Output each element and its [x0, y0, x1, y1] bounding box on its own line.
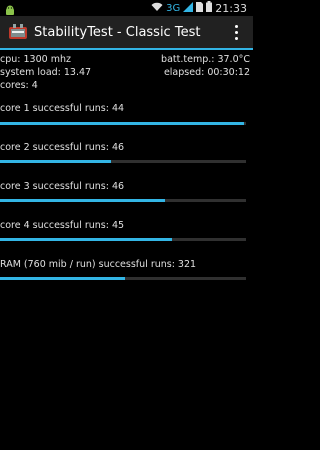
clock: 21:33 [215, 1, 247, 15]
signal-icon [183, 1, 194, 15]
ram-progress [0, 277, 246, 280]
wifi-icon [151, 2, 163, 15]
app-icon[interactable] [8, 23, 28, 41]
core-4-progress [0, 238, 246, 241]
core-2-progress [0, 160, 246, 163]
core-3-progress [0, 199, 246, 202]
core-1-progress [0, 122, 246, 125]
app-title: StabilityTest - Classic Test [34, 25, 201, 40]
core-2-label: core 2 successful runs: 46 [0, 142, 125, 153]
core-4-label: core 4 successful runs: 45 [0, 220, 125, 231]
action-bar: StabilityTest - Classic Test [0, 16, 253, 50]
ram-label: RAM (760 mib / run) successful runs: 321 [0, 259, 197, 270]
battery-icon [206, 1, 213, 15]
cpu-info: cpu: 1300 mhz [0, 54, 71, 65]
sim-icon [196, 1, 204, 15]
system-load-info: system load: 13.47 [0, 67, 92, 78]
overflow-menu-icon[interactable] [235, 25, 239, 41]
core-3-label: core 3 successful runs: 46 [0, 181, 125, 192]
core-1-label: core 1 successful runs: 44 [0, 103, 125, 114]
status-bar: 3G 21:33 [0, 0, 253, 16]
elapsed-info: elapsed: 00:30:12 [163, 67, 250, 78]
cores-info: cores: 4 [0, 80, 38, 91]
network-type: 3G [166, 2, 181, 14]
batt-temp-info: batt.temp.: 37.0°C [161, 54, 250, 65]
